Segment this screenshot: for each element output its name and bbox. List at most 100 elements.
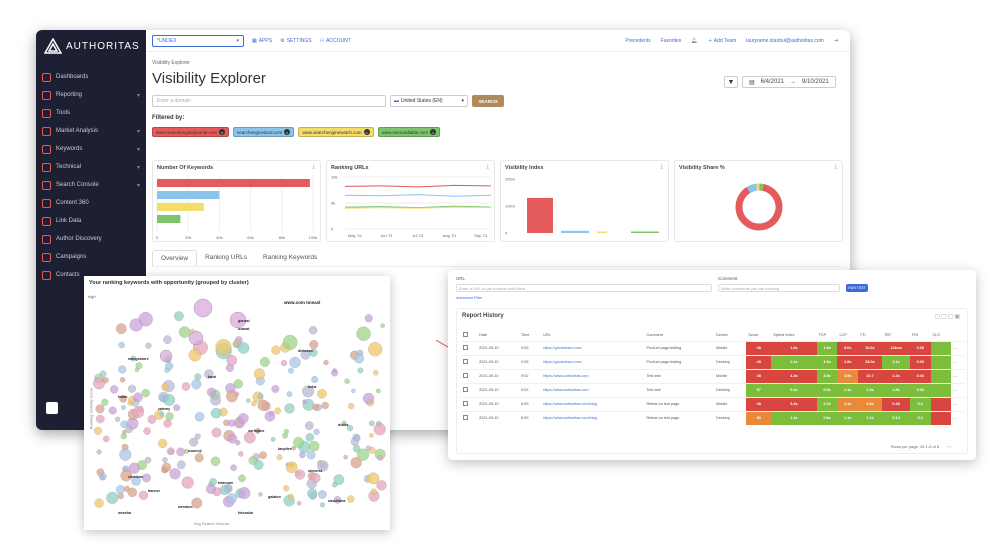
- account-link[interactable]: ⚇ ACCOUNT: [320, 38, 351, 44]
- bubble[interactable]: [169, 468, 181, 480]
- bubble[interactable]: [238, 413, 249, 424]
- bubble[interactable]: [351, 388, 356, 394]
- bubble[interactable]: [274, 407, 281, 415]
- bubble[interactable]: [144, 456, 152, 464]
- bubble[interactable]: [323, 359, 329, 366]
- bubble[interactable]: [194, 373, 202, 381]
- bubble[interactable]: [297, 501, 302, 506]
- close-icon[interactable]: ×: [284, 129, 291, 135]
- bubble[interactable]: [181, 382, 191, 391]
- bubble[interactable]: [108, 406, 117, 415]
- bubble[interactable]: [194, 453, 204, 463]
- bubble[interactable]: [137, 405, 144, 413]
- bubble[interactable]: [343, 455, 348, 460]
- bubble[interactable]: [161, 383, 169, 391]
- bubble[interactable]: [347, 495, 355, 503]
- bubble[interactable]: [309, 340, 319, 350]
- bubble[interactable]: [288, 367, 294, 374]
- bubble[interactable]: [96, 449, 102, 455]
- bubble[interactable]: [95, 414, 105, 424]
- bubble[interactable]: [333, 474, 345, 486]
- bubble-chart[interactable]: www.com tmeasl gonasi uzanat dietosan mangos…: [88, 296, 388, 516]
- more-icon[interactable]: ⋯: [950, 354, 965, 369]
- add-team-button[interactable]: ＋ Add Team: [708, 37, 737, 44]
- row-checkbox[interactable]: [461, 382, 478, 397]
- bubble[interactable]: [257, 399, 269, 411]
- bubble[interactable]: [226, 355, 237, 366]
- table-row[interactable]: 2021-09-10 9:02 https://www.authoritas.com…: [461, 368, 965, 383]
- country-select[interactable]: ▬ United States (EN) ▾: [390, 95, 468, 107]
- bubble[interactable]: [238, 474, 246, 483]
- bar[interactable]: [157, 191, 220, 199]
- bubble[interactable]: [226, 493, 237, 504]
- bubble[interactable]: [259, 451, 267, 460]
- table-row[interactable]: 2021-09-10 8:59 https://www.authoritas.com…: [461, 410, 965, 425]
- column-header[interactable]: Score: [746, 329, 771, 341]
- bubble[interactable]: [271, 385, 280, 393]
- filter-chip[interactable]: searchengineland.com ×: [233, 127, 295, 137]
- bubble[interactable]: [194, 433, 201, 440]
- logo[interactable]: AUTHORITAS: [44, 38, 140, 54]
- sidebar-item[interactable]: Link Data: [36, 212, 146, 230]
- bubble[interactable]: [114, 416, 121, 422]
- close-icon[interactable]: ×: [219, 129, 226, 135]
- bubble[interactable]: [253, 368, 265, 380]
- precedents-link[interactable]: Precedents: [625, 38, 650, 44]
- tab-ranking-keywords[interactable]: Ranking Keywords: [255, 250, 325, 266]
- bubble[interactable]: [159, 412, 164, 417]
- favorites-link[interactable]: Favorites: [661, 38, 682, 44]
- row-checkbox[interactable]: [461, 368, 478, 383]
- bubble[interactable]: [238, 451, 244, 457]
- bubble[interactable]: [373, 370, 379, 376]
- bubble[interactable]: [288, 493, 294, 500]
- bubble[interactable]: [162, 457, 168, 463]
- column-header[interactable]: CLS: [931, 329, 951, 341]
- row-url[interactable]: https://goodurlseo.com: [541, 340, 645, 355]
- column-header[interactable]: TTI: [858, 329, 882, 341]
- bubble[interactable]: [259, 357, 270, 367]
- bubble[interactable]: [284, 403, 295, 414]
- bubble[interactable]: [211, 427, 222, 438]
- bubble[interactable]: [354, 353, 364, 364]
- bubble[interactable]: [163, 419, 172, 428]
- filter-button[interactable]: ▼: [724, 76, 738, 88]
- bubble[interactable]: [178, 326, 191, 338]
- bubble[interactable]: [101, 398, 109, 406]
- bubble[interactable]: [158, 438, 168, 449]
- bubble[interactable]: [302, 399, 307, 404]
- row-url[interactable]: https://www.authoritas.com/blog: [541, 410, 645, 425]
- bubble[interactable]: [238, 487, 251, 500]
- bubble[interactable]: [306, 450, 316, 460]
- bubble[interactable]: [309, 441, 320, 452]
- bubble[interactable]: [102, 377, 109, 384]
- url-input[interactable]: Enter a URL to get a report with them: [456, 284, 712, 292]
- table-toolbar-icons[interactable]: ▢▢▢▣: [934, 313, 961, 320]
- bubble[interactable]: [193, 298, 213, 318]
- tab-overview[interactable]: Overview: [152, 250, 198, 266]
- bubble[interactable]: [143, 427, 151, 435]
- bubble[interactable]: [121, 405, 126, 411]
- pie-slice[interactable]: [735, 183, 783, 231]
- bubble[interactable]: [163, 394, 175, 406]
- bubble[interactable]: [118, 365, 127, 374]
- bubble[interactable]: [321, 401, 329, 410]
- bubble[interactable]: [293, 437, 304, 448]
- bubble[interactable]: [308, 326, 318, 335]
- bubble[interactable]: [305, 433, 315, 442]
- logout-icon[interactable]: ⇥: [834, 38, 838, 44]
- sidebar-item[interactable]: Dashboards: [36, 68, 146, 86]
- bubble[interactable]: [312, 404, 319, 411]
- search-button[interactable]: SEARCH: [472, 95, 504, 107]
- row-checkbox[interactable]: [461, 354, 478, 369]
- row-url[interactable]: https://www.authoritas.com/blog: [541, 396, 645, 411]
- sidebar-item[interactable]: Search Console ▾: [36, 176, 146, 194]
- column-header[interactable]: Device: [714, 329, 746, 341]
- bubble[interactable]: [115, 323, 127, 335]
- table-row[interactable]: 2021-09-10 8:59 https://www.authoritas.com…: [461, 396, 965, 411]
- bubble[interactable]: [237, 342, 250, 354]
- bubble[interactable]: [103, 435, 110, 443]
- bubble[interactable]: [246, 398, 251, 403]
- bubble[interactable]: [165, 412, 174, 421]
- series-line[interactable]: [344, 194, 492, 197]
- bubble[interactable]: [356, 326, 371, 341]
